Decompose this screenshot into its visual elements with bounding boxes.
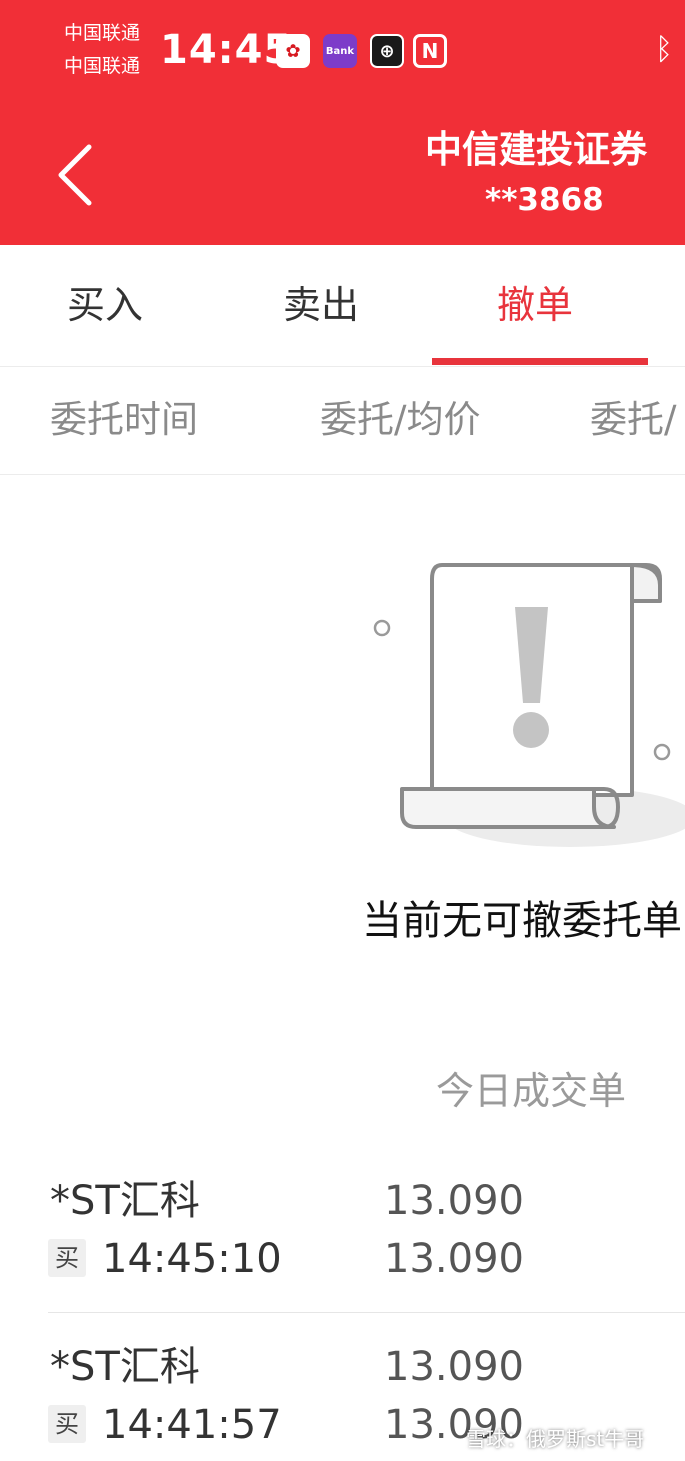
- average-price: 13.090: [384, 1236, 524, 1282]
- stock-name: *ST汇科: [50, 1344, 200, 1390]
- carrier-label-1: 中国联通: [64, 22, 141, 44]
- side-badge: 买: [48, 1239, 86, 1277]
- boc-app-icon: ⊕: [370, 34, 404, 68]
- empty-state: 当前无可撤委托单 今日成交单: [0, 475, 685, 1145]
- ebank-app-icon: Bank: [323, 34, 357, 68]
- trade-list: *ST汇科 买 14:45:10 13.090 13.090 *ST汇科 买 1…: [0, 1147, 685, 1461]
- today-trades-link[interactable]: 今日成交单: [436, 1065, 626, 1117]
- tab-sell[interactable]: 卖出: [283, 275, 359, 335]
- back-button[interactable]: [55, 140, 115, 210]
- carrier-label-2: 中国联通: [64, 55, 141, 77]
- column-header: 委托时间 委托/均价 委托/: [0, 367, 685, 475]
- status-time: 14:45: [160, 27, 293, 73]
- top-header: 中国联通 中国联通 14:45 ✿ Bank ⊕ N ᛒ 中信建投证券 **38…: [0, 0, 685, 245]
- huawei-app-icon: ✿: [276, 34, 310, 68]
- column-order-avg-price: 委托/均价: [320, 398, 481, 441]
- order-price: 13.090: [384, 1344, 524, 1390]
- column-order-quantity: 委托/: [590, 398, 677, 441]
- active-tab-indicator: [432, 358, 648, 365]
- chevron-left-icon: [58, 144, 92, 206]
- column-order-time: 委托时间: [50, 398, 198, 441]
- stock-name: *ST汇科: [50, 1178, 200, 1224]
- bluetooth-icon: ᛒ: [655, 32, 673, 67]
- empty-document-icon: [373, 563, 685, 847]
- watermark: 雪球：俄罗斯st牛哥: [466, 1427, 645, 1451]
- account-number[interactable]: **3868: [485, 180, 604, 220]
- side-badge: 买: [48, 1405, 86, 1443]
- tab-cancel-order[interactable]: 撤单: [497, 275, 573, 335]
- order-time: 14:41:57: [102, 1402, 282, 1448]
- tab-buy[interactable]: 买入: [67, 275, 143, 335]
- order-price: 13.090: [384, 1178, 524, 1224]
- empty-state-message: 当前无可撤委托单: [362, 898, 682, 944]
- order-time: 14:45:10: [102, 1236, 282, 1282]
- trade-row[interactable]: *ST汇科 买 14:45:10 13.090 13.090: [0, 1147, 685, 1313]
- ebank-label: Bank: [325, 45, 355, 57]
- nfc-icon: N: [413, 34, 447, 68]
- trade-tabs: 买入 卖出 撤单: [0, 245, 685, 367]
- broker-name[interactable]: 中信建投证券: [425, 126, 647, 174]
